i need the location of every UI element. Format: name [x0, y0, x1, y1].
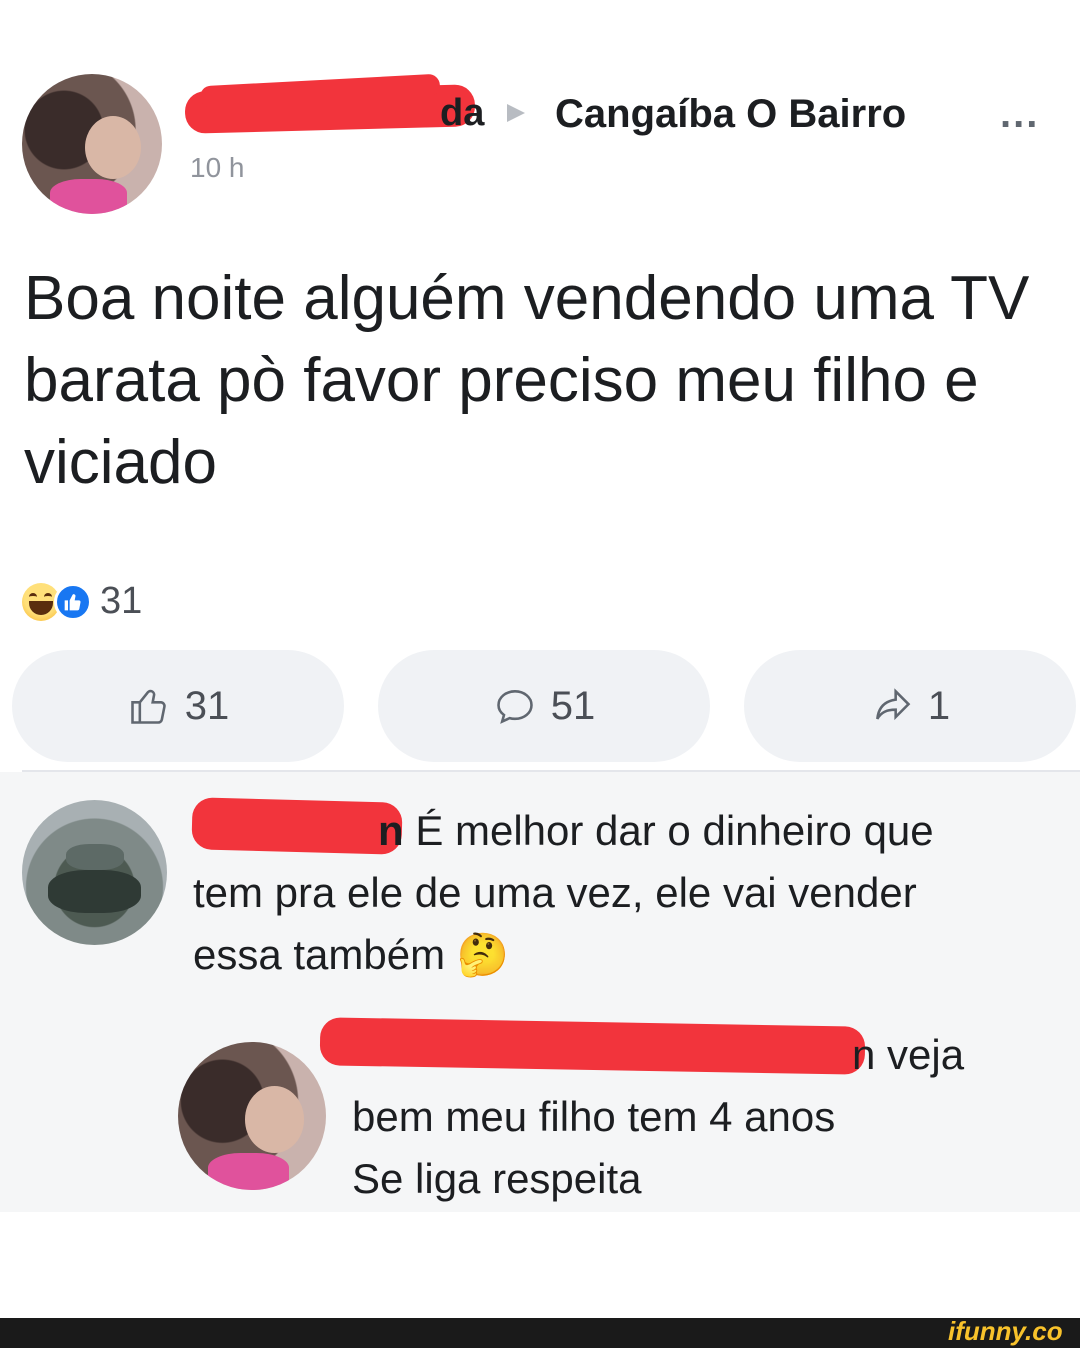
like-icon	[130, 689, 166, 724]
like-button[interactable]: 31	[12, 650, 344, 762]
post-text: Boa noite alguém vendendo uma TV barata …	[24, 264, 1030, 497]
reaction-count: 31	[100, 580, 143, 622]
comment-text: n É melhor dar o dinheiro que tem pra el…	[193, 807, 934, 978]
commenter-name[interactable]: n	[378, 807, 404, 854]
comment-icon	[496, 690, 533, 724]
comment-button[interactable]: 51	[378, 650, 710, 762]
comment-count: 51	[550, 683, 596, 728]
reply-author-avatar[interactable]	[178, 1042, 326, 1190]
reply-author-name[interactable]: n	[852, 1031, 875, 1078]
share-count: 1	[927, 683, 951, 728]
watermark-left: LENINJA.COM.BR	[0, 1280, 221, 1307]
reply-text: n veja bem meu filho tem 4 anos Se liga …	[352, 1031, 965, 1202]
commenter-avatar[interactable]	[22, 800, 167, 945]
bottom-bar	[0, 1318, 1080, 1348]
thinking-emoji-icon: 🤔	[456, 931, 510, 978]
like-icon	[54, 582, 92, 621]
ifunny-watermark: ifunny.co	[948, 1316, 1063, 1346]
reactions-summary[interactable]: 31	[22, 580, 142, 623]
arrow-separator-icon	[507, 104, 525, 122]
author-avatar[interactable]	[22, 74, 162, 214]
post-timestamp[interactable]: 10 h	[190, 152, 245, 184]
like-count: 31	[184, 683, 230, 728]
author-name[interactable]: da	[440, 92, 484, 135]
share-button[interactable]: 1	[744, 650, 1076, 762]
more-options-icon[interactable]: ...	[1000, 92, 1039, 137]
share-icon	[875, 688, 911, 721]
group-name[interactable]: Cangaíba O Bairro	[555, 92, 906, 137]
